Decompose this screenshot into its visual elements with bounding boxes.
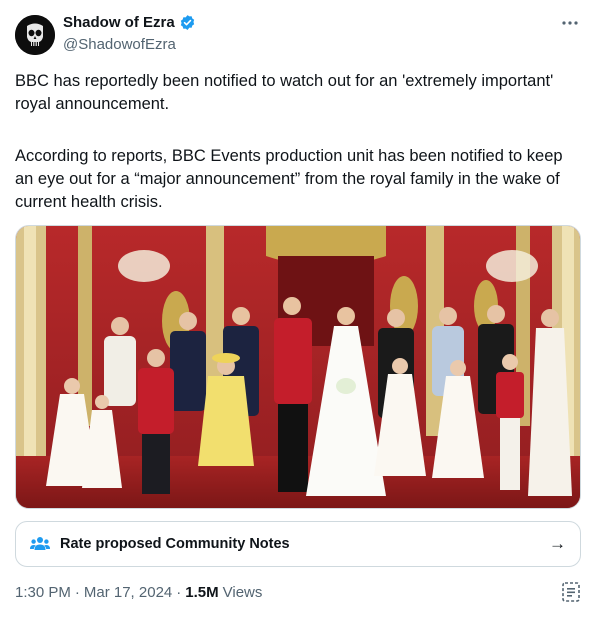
tweet-text-paragraph-1: BBC has reportedly been notified to watc…	[15, 72, 554, 113]
post-analytics-icon[interactable]	[562, 582, 580, 602]
more-options-icon[interactable]	[559, 12, 581, 34]
tweet-meta: 1:30 PM · Mar 17, 2024 · 1.5M Views	[15, 584, 262, 601]
tweet-text-paragraph-2: According to reports, BBC Events product…	[15, 147, 563, 211]
community-notes-people-icon	[30, 537, 50, 550]
community-notes-button[interactable]: Rate proposed Community Notes →	[15, 521, 581, 567]
views-count: 1.5M	[185, 584, 219, 601]
views-label: Views	[222, 584, 263, 601]
tweet-time[interactable]: 1:30 PM	[15, 584, 71, 601]
tweet: Shadow of Ezra @ShadowofEzra BBC has rep…	[0, 0, 595, 618]
meta-separator: ·	[74, 584, 80, 601]
author-name-row: Shadow of Ezra	[63, 14, 196, 31]
community-notes-label: Rate proposed Community Notes	[60, 536, 290, 552]
tweet-photo[interactable]	[15, 225, 581, 509]
avatar[interactable]	[15, 15, 55, 55]
arrow-right-icon: →	[549, 534, 566, 553]
author-handle[interactable]: @ShadowofEzra	[63, 36, 176, 53]
punisher-skull-icon	[15, 15, 55, 55]
tweet-date[interactable]: Mar 17, 2024	[84, 584, 172, 601]
author-display-name[interactable]: Shadow of Ezra	[63, 14, 175, 31]
royal-wedding-group-photo	[16, 226, 580, 508]
verified-badge-icon[interactable]	[179, 14, 196, 31]
meta-separator: ·	[176, 584, 182, 601]
